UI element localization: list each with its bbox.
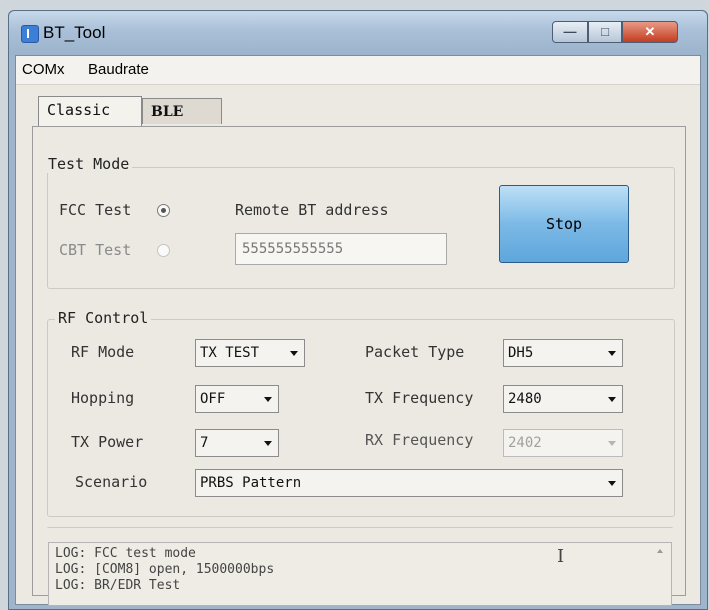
tx-power-label: TX Power [71,433,144,451]
tab-classic[interactable]: Classic [38,96,142,126]
close-icon: ✕ [644,24,656,39]
chevron-down-icon [608,481,616,486]
client-area: COMx Baudrate Classic BLE Test Mode FCC … [15,55,701,606]
chevron-down-icon [608,397,616,402]
scenario-select[interactable]: PRBS Pattern [195,469,623,497]
tx-frequency-select[interactable]: 2480 [503,385,623,413]
packet-type-label: Packet Type [365,343,465,361]
cbt-test-radio[interactable] [157,244,170,257]
log-output[interactable]: LOG: FCC test mode LOG: [COM8] open, 150… [48,542,672,606]
menu-comx[interactable]: COMx [22,61,65,78]
log-line: LOG: BR/EDR Test [55,578,181,593]
chevron-down-icon [290,351,298,356]
tx-power-value: 7 [200,435,209,451]
rx-frequency-select[interactable]: 2402 [503,429,623,457]
chevron-down-icon [608,441,616,446]
hopping-value: OFF [200,391,226,407]
title-bar[interactable]: BT_Tool — □ ✕ [9,11,707,55]
rx-frequency-label: RX Frequency [365,431,474,449]
tab-ble[interactable]: BLE [142,98,222,124]
tx-frequency-value: 2480 [508,391,542,407]
rf-mode-select[interactable]: TX TEST [195,339,305,367]
maximize-button[interactable]: □ [588,21,622,43]
text-cursor-icon: I [557,546,565,567]
fcc-test-radio[interactable] [157,204,170,217]
rf-mode-label: RF Mode [71,343,135,361]
scroll-up-icon[interactable] [657,549,663,553]
log-line: LOG: FCC test mode [55,546,196,561]
app-icon [21,25,39,43]
scenario-label: Scenario [75,473,148,491]
divider [47,527,673,530]
app-window: BT_Tool — □ ✕ COMx Baudrate Classic BLE … [8,10,708,610]
hopping-label: Hopping [71,389,135,407]
maximize-icon: □ [601,24,609,39]
rx-frequency-value: 2402 [508,435,542,451]
packet-type-select[interactable]: DH5 [503,339,623,367]
remote-bt-address-label: Remote BT address [235,201,389,219]
fcc-test-label: FCC Test [59,201,132,219]
minimize-button[interactable]: — [552,21,588,43]
test-mode-title: Test Mode [45,155,133,173]
hopping-select[interactable]: OFF [195,385,279,413]
window-title: BT_Tool [43,23,106,42]
rf-control-title: RF Control [55,309,152,327]
close-button[interactable]: ✕ [622,21,678,43]
chevron-down-icon [264,397,272,402]
packet-type-value: DH5 [508,345,534,361]
chevron-down-icon [608,351,616,356]
tx-power-select[interactable]: 7 [195,429,279,457]
log-line: LOG: [COM8] open, 1500000bps [55,562,275,577]
menu-baudrate[interactable]: Baudrate [88,61,149,78]
classic-tab-panel: Test Mode FCC Test CBT Test Remote BT ad… [32,126,686,596]
menu-bar: COMx Baudrate [16,56,700,85]
chevron-down-icon [264,441,272,446]
stop-button[interactable]: Stop [499,185,629,263]
remote-bt-address-input[interactable]: 555555555555 [235,233,447,265]
cbt-test-label: CBT Test [59,241,132,259]
rf-mode-value: TX TEST [200,345,260,361]
scenario-value: PRBS Pattern [200,475,302,491]
minimize-icon: — [563,24,577,39]
tx-frequency-label: TX Frequency [365,389,474,407]
